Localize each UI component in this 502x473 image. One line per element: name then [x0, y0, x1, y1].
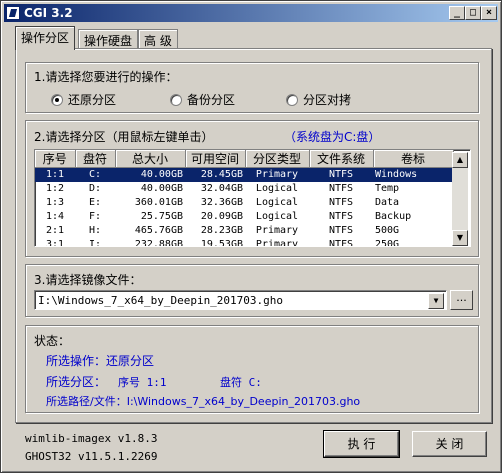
chevron-down-icon[interactable]: ▼ [428, 293, 444, 309]
col-fs[interactable]: 文件系统 [309, 150, 374, 168]
radio-backup[interactable]: 备份分区 [170, 91, 235, 108]
cell: 20.09GB [200, 211, 243, 222]
title-bar[interactable]: CGI 3.2 _ □ × [4, 4, 498, 22]
status-operation: 所选操作：还原分区 [46, 354, 155, 368]
cell: NTFS [309, 167, 373, 182]
cell: 1:2 [45, 183, 65, 194]
col-drive[interactable]: 盘符 [75, 150, 116, 168]
cell: 2:1 [45, 225, 65, 236]
minimize-icon[interactable]: _ [449, 6, 465, 20]
cell: 25.75GB [140, 211, 183, 222]
radio-dot-icon [51, 93, 63, 106]
cell: H: [88, 225, 102, 236]
image-path-value: I:\Windows_7_x64_by_Deepin_201703.gho [38, 294, 284, 307]
cell: NTFS [328, 239, 354, 247]
tab-disk[interactable]: 操作硬盘 [78, 29, 139, 49]
cell: NTFS [328, 183, 354, 194]
table-header: 序号 盘符 总大小 可用空间 分区类型 文件系统 卷标 [35, 150, 454, 168]
cell: 1:3 [45, 197, 65, 208]
partition-table: 序号 盘符 总大小 可用空间 分区类型 文件系统 卷标 1:1 C: 40.00… [35, 150, 454, 247]
app-icon [6, 6, 20, 20]
radio-backup-label: 备份分区 [187, 93, 236, 107]
col-size[interactable]: 总大小 [115, 150, 186, 168]
col-label[interactable]: 卷标 [373, 150, 454, 168]
status-path: 所选路径/文件：I:\Windows_7_x64_by_Deepin_20170… [46, 395, 361, 408]
cell: I: [88, 239, 102, 247]
image-label: 3.请选择镜像文件： [34, 273, 142, 287]
radio-copy[interactable]: 分区对拷 [286, 91, 351, 108]
radio-copy-label: 分区对拷 [303, 93, 352, 107]
cell: 250G [375, 239, 400, 247]
maximize-icon[interactable]: □ [465, 6, 481, 20]
table-row[interactable]: 1:3 E: 360.01GB 32.36GB Logical NTFS Dat… [35, 196, 453, 210]
cell: 19.53GB [200, 239, 243, 247]
radio-restore[interactable]: 还原分区 [51, 91, 116, 108]
cell: 28.45GB [185, 167, 245, 182]
cell: 1:4 [45, 211, 65, 222]
status-partition-drive: 盘符 C: [220, 376, 262, 389]
tab-partition[interactable]: 操作分区 [15, 26, 76, 50]
execute-button[interactable]: 执 行 [323, 430, 400, 458]
partition-label: 2.请选择分区（用鼠标左键单击） [34, 130, 214, 144]
cell: 1:1 [35, 167, 75, 182]
system-disk-label: （系统盘为C:盘） [284, 130, 381, 144]
col-index[interactable]: 序号 [35, 150, 76, 168]
cell: C: [75, 167, 115, 182]
scroll-down-icon[interactable]: ▼ [452, 230, 468, 246]
cell: NTFS [328, 197, 354, 208]
cell: Windows [373, 167, 453, 182]
wimlib-version: wimlib-imagex v1.8.3 [25, 432, 158, 445]
table-row[interactable]: 2:1 H: 465.76GB 28.23GB Primary NTFS 500… [35, 224, 453, 238]
close-icon[interactable]: × [481, 6, 497, 20]
cell: 3:1 [45, 239, 65, 247]
cell: Temp [375, 183, 400, 194]
browse-button[interactable]: ... [450, 290, 473, 310]
cell: Logical [255, 211, 299, 222]
cell: 500G [375, 225, 400, 236]
table-row[interactable]: 1:4 F: 25.75GB 20.09GB Logical NTFS Back… [35, 210, 453, 224]
cell: NTFS [328, 211, 354, 222]
table-row[interactable]: 3:1 I: 232.88GB 19.53GB Primary NTFS 250… [35, 238, 453, 247]
cell: 32.04GB [200, 183, 243, 194]
image-path-select[interactable]: I:\Windows_7_x64_by_Deepin_201703.gho ▼ [34, 290, 447, 310]
cell: 32.36GB [200, 197, 243, 208]
radio-dot-icon [286, 93, 298, 106]
cell: F: [88, 211, 102, 222]
cell: Primary [245, 167, 309, 182]
partition-list[interactable]: 序号 盘符 总大小 可用空间 分区类型 文件系统 卷标 1:1 C: 40.00… [34, 149, 471, 247]
cell: 360.01GB [134, 197, 183, 208]
col-type[interactable]: 分区类型 [245, 150, 310, 168]
status-partition-index: 序号 1:1 [118, 376, 167, 389]
cell: NTFS [328, 225, 354, 236]
cell: 465.76GB [134, 225, 183, 236]
close-button[interactable]: 关 闭 [412, 431, 487, 457]
cell: 40.00GB [115, 167, 185, 182]
status-label: 状态： [34, 334, 71, 348]
radio-dot-icon [170, 93, 182, 106]
main-window: CGI 3.2 _ □ × 操作分区 操作硬盘 高 级 1.请选择您要进行的操作… [0, 0, 502, 473]
cell: D: [88, 183, 102, 194]
cell: Primary [255, 225, 299, 236]
col-free[interactable]: 可用空间 [185, 150, 246, 168]
cell: 28.23GB [200, 225, 243, 236]
operation-label: 1.请选择您要进行的操作： [34, 70, 178, 84]
cell: Data [375, 197, 400, 208]
cell: Logical [255, 183, 299, 194]
table-row[interactable]: 1:2 D: 40.00GB 32.04GB Logical NTFS Temp [35, 182, 453, 196]
cell: 232.88GB [134, 239, 183, 247]
scroll-up-icon[interactable]: ▲ [452, 152, 468, 168]
cell: 40.00GB [140, 183, 183, 194]
status-partition-prefix: 所选分区： [46, 375, 107, 389]
list-scrollbar[interactable]: ▲ ▼ [452, 152, 468, 246]
ghost-version: GHOST32 v11.5.1.2269 [25, 450, 158, 463]
cell: E: [88, 197, 102, 208]
window-title: CGI 3.2 [24, 6, 73, 20]
cell: Backup [375, 211, 412, 222]
radio-restore-label: 还原分区 [68, 93, 117, 107]
cell: Logical [255, 197, 299, 208]
tab-advanced[interactable]: 高 级 [138, 29, 178, 49]
table-row[interactable]: 1:1 C: 40.00GB 28.45GB Primary NTFS Wind… [35, 167, 453, 182]
cell: Primary [255, 239, 299, 247]
